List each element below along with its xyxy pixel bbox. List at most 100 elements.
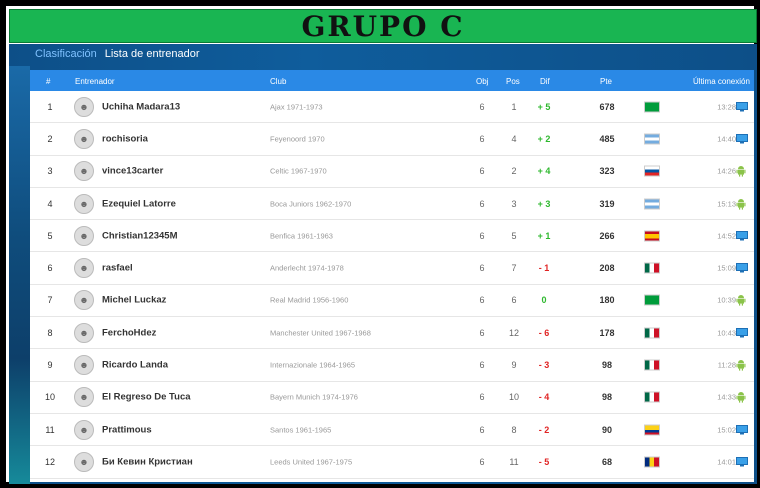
last-connection-time: 15:13 <box>717 199 736 209</box>
group-banner: GRUPO C <box>9 9 757 43</box>
coach-name[interactable]: Prattimous <box>102 424 152 435</box>
tab-clasificacion[interactable]: Clasificación <box>35 48 97 60</box>
table-header: # Entrenador Club Obj Pos Dif Pte Última… <box>30 70 754 91</box>
coach-name[interactable]: Ricardo Landa <box>102 360 168 371</box>
club-name: Manchester United 1967-1968 <box>270 328 371 338</box>
desktop-icon <box>736 263 748 273</box>
header-last-connection[interactable]: Última conexión <box>693 77 750 86</box>
desktop-icon <box>736 133 748 144</box>
flag-icon <box>644 327 660 339</box>
obj-cell: 6 <box>479 166 485 177</box>
table-row[interactable]: 5 ☻ Christian12345M Benfica 1961-1963 6 … <box>30 220 754 253</box>
coach-name[interactable]: vince13carter <box>102 166 163 177</box>
coach-name[interactable]: Christian12345M <box>102 230 178 241</box>
coach-name[interactable]: rochisoria <box>102 133 148 144</box>
pos-cell: 6 <box>511 295 517 306</box>
dif-cell: - 6 <box>538 327 550 338</box>
coach-name[interactable]: Michel Luckaz <box>102 295 166 306</box>
obj-cell: 6 <box>479 456 485 467</box>
last-connection-time: 14:40 <box>717 134 736 144</box>
avatar[interactable]: ☻ <box>74 128 94 149</box>
avatar[interactable]: ☻ <box>74 225 94 246</box>
pos-cell: 9 <box>511 360 517 371</box>
avatar[interactable]: ☻ <box>74 419 94 440</box>
table-row[interactable]: 8 ☻ FerchoHdez Manchester United 1967-19… <box>30 317 754 350</box>
obj-cell: 6 <box>479 230 485 241</box>
header-rank[interactable]: # <box>46 77 50 86</box>
avatar[interactable]: ☻ <box>74 96 94 117</box>
header-dif[interactable]: Dif <box>540 77 550 86</box>
points-cell: 98 <box>601 392 612 403</box>
dif-cell: - 3 <box>538 360 550 371</box>
standings-table: # Entrenador Club Obj Pos Dif Pte Última… <box>30 70 754 482</box>
tab-lista-entrenador[interactable]: Lista de entrenador <box>105 48 200 60</box>
coach-name[interactable]: Би Кевин Кристиан <box>102 456 193 467</box>
pos-cell: 1 <box>511 101 517 112</box>
club-name: Ajax 1971-1973 <box>270 102 323 112</box>
desktop-icon <box>736 230 748 241</box>
flag-icon <box>644 262 660 274</box>
rank-cell: 12 <box>44 456 55 467</box>
dif-cell: + 2 <box>537 133 551 144</box>
rank-cell: 10 <box>44 392 55 403</box>
avatar[interactable]: ☻ <box>74 193 94 214</box>
rank-cell: 6 <box>47 263 53 274</box>
android-icon <box>736 198 748 210</box>
avatar[interactable]: ☻ <box>74 290 94 311</box>
last-connection-time: 11:28 <box>717 360 736 370</box>
rank-cell: 4 <box>47 198 53 209</box>
avatar[interactable]: ☻ <box>74 161 94 182</box>
flag-icon <box>644 359 660 371</box>
avatar[interactable]: ☻ <box>74 451 94 472</box>
header-obj[interactable]: Obj <box>476 77 488 86</box>
table-row[interactable]: 11 ☻ Prattimous Santos 1961-1965 6 8 - 2… <box>30 414 754 447</box>
last-connection-time: 10:43 <box>717 328 736 338</box>
club-name: Anderlecht 1974-1978 <box>270 263 344 273</box>
pos-cell: 2 <box>511 166 517 177</box>
coach-name[interactable]: El Regreso De Tuca <box>102 392 191 403</box>
android-icon <box>736 166 748 177</box>
header-pos[interactable]: Pos <box>506 77 520 86</box>
last-connection-time: 10:39 <box>717 295 736 305</box>
android-icon <box>736 295 748 307</box>
table-row[interactable]: 4 ☻ Ezequiel Latorre Boca Juniors 1962-1… <box>30 188 754 221</box>
pos-cell: 8 <box>511 424 517 435</box>
flag-icon <box>644 165 660 177</box>
coach-name[interactable]: rasfael <box>102 263 133 274</box>
table-row[interactable]: 12 ☻ Би Кевин Кристиан Leeds United 1967… <box>30 446 754 479</box>
desktop-icon <box>736 327 748 338</box>
tab-bar: Clasificación Lista de entrenador <box>35 48 200 60</box>
pos-cell: 11 <box>509 456 519 467</box>
table-row[interactable]: 7 ☻ Michel Luckaz Real Madrid 1956-1960 … <box>30 285 754 318</box>
avatar[interactable]: ☻ <box>74 258 94 279</box>
coach-name[interactable]: FerchoHdez <box>102 327 156 338</box>
dif-cell: + 5 <box>537 101 551 112</box>
dif-cell: + 3 <box>537 198 551 209</box>
points-cell: 90 <box>601 424 612 435</box>
club-name: Benfica 1961-1963 <box>270 231 333 241</box>
rank-cell: 11 <box>45 424 55 435</box>
header-coach[interactable]: Entrenador <box>75 77 115 86</box>
avatar[interactable]: ☻ <box>74 387 94 408</box>
points-cell: 68 <box>601 456 612 467</box>
table-row[interactable]: 6 ☻ rasfael Anderlecht 1974-1978 6 7 - 1… <box>30 252 754 285</box>
coach-name[interactable]: Uchiha Madara13 <box>102 101 180 112</box>
obj-cell: 6 <box>479 424 485 435</box>
table-row[interactable]: 10 ☻ El Regreso De Tuca Bayern Munich 19… <box>30 382 754 414</box>
coach-name[interactable]: Ezequiel Latorre <box>102 198 176 209</box>
android-icon <box>736 392 748 403</box>
table-row[interactable]: 1 ☻ Uchiha Madara13 Ajax 1971-1973 6 1 +… <box>30 91 754 124</box>
table-row[interactable]: 9 ☻ Ricardo Landa Internazionale 1964-19… <box>30 349 754 382</box>
avatar[interactable]: ☻ <box>74 355 94 376</box>
header-pte[interactable]: Pte <box>600 77 612 86</box>
table-row[interactable]: 2 ☻ rochisoria Feyenoord 1970 6 4 + 2 48… <box>30 123 754 156</box>
rank-cell: 3 <box>47 166 53 177</box>
page-frame: GRUPO C Clasificación Lista de entrenado… <box>3 3 757 485</box>
desktop-icon <box>736 101 748 112</box>
points-cell: 485 <box>599 133 615 144</box>
header-club[interactable]: Club <box>270 77 286 86</box>
standings-panel: Clasificación Lista de entrenador # Entr… <box>9 44 757 484</box>
avatar[interactable]: ☻ <box>74 322 94 343</box>
table-row[interactable]: 3 ☻ vince13carter Celtic 1967-1970 6 2 +… <box>30 156 754 188</box>
club-name: Santos 1961-1965 <box>270 425 332 435</box>
